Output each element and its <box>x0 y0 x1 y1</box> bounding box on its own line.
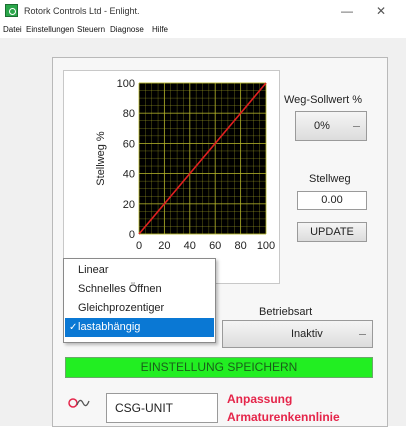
option-linear[interactable]: Linear <box>65 261 214 280</box>
x-tick-label: 0 <box>136 240 142 252</box>
y-tick-label: 80 <box>123 108 135 120</box>
x-tick-label: 80 <box>234 240 246 252</box>
x-tick-label: 100 <box>257 240 275 252</box>
update-button[interactable]: UPDATE <box>297 222 367 242</box>
unit-name-field[interactable]: CSG-UNIT <box>106 393 218 423</box>
menu-steuern[interactable]: Steuern <box>77 25 105 34</box>
menu-diagnose[interactable]: Diagnose <box>110 25 144 34</box>
check-icon: ✓ <box>69 322 78 333</box>
y-tick-label: 20 <box>123 199 135 211</box>
mode-select[interactable]: Inaktiv <box>222 320 373 348</box>
characteristic-chart: 0 20 40 60 80 100 0 20 40 60 80 100 Stellweg % <box>95 78 275 252</box>
setpoint-select[interactable]: 0% <box>295 111 367 141</box>
red-title-line1: Anpassung <box>227 392 293 406</box>
x-tick-label: 40 <box>184 240 196 252</box>
option-lastabhaengig[interactable]: ✓ lastabhängig <box>65 318 214 337</box>
option-gleichprozentiger[interactable]: Gleichprozentiger <box>65 299 214 318</box>
y-tick-label: 0 <box>129 229 135 241</box>
position-label: Stellweg <box>309 173 351 185</box>
x-tick-label: 20 <box>158 240 170 252</box>
menu-hilfe[interactable]: Hilfe <box>152 25 168 34</box>
app-icon <box>5 4 18 17</box>
chart-frame: 0 20 40 60 80 100 0 20 40 60 80 100 Stellweg % <box>63 70 280 284</box>
menu-einstellungen[interactable]: Einstellungen <box>26 25 74 34</box>
minimize-button[interactable]: — <box>336 2 358 20</box>
title-bar: Rotork Controls Ltd - Enlight. — ✕ <box>0 0 406 22</box>
mode-value: Inaktiv <box>291 328 323 340</box>
save-settings-button[interactable]: EINSTELLUNG SPEICHERN <box>65 357 373 378</box>
y-tick-label: 60 <box>123 138 135 150</box>
menu-bar: Datei Einstellungen Steuern Diagnose Hil… <box>0 22 406 38</box>
position-value-field: 0.00 <box>297 191 367 210</box>
setpoint-value: 0% <box>314 120 330 132</box>
red-title-line2: Armaturenkennlinie <box>227 410 340 424</box>
mode-label: Betriebsart <box>259 306 313 318</box>
option-schnelles-oeffnen[interactable]: Schnelles Öffnen <box>65 280 214 299</box>
y-tick-label: 100 <box>117 78 135 90</box>
window-title: Rotork Controls Ltd - Enlight. <box>24 6 140 16</box>
dropdown-arrow-icon <box>359 334 366 335</box>
curve-icon <box>68 398 90 408</box>
menu-datei[interactable]: Datei <box>3 25 22 34</box>
y-axis-label: Stellweg % <box>95 131 107 186</box>
x-tick-label: 60 <box>209 240 221 252</box>
close-button[interactable]: ✕ <box>370 2 392 20</box>
dropdown-arrow-icon <box>353 126 360 127</box>
setpoint-label: Weg-Sollwert % <box>284 94 363 106</box>
y-tick-label: 40 <box>123 169 135 181</box>
characteristic-dropdown-list: Linear Schnelles Öffnen Gleichprozentige… <box>63 258 216 343</box>
